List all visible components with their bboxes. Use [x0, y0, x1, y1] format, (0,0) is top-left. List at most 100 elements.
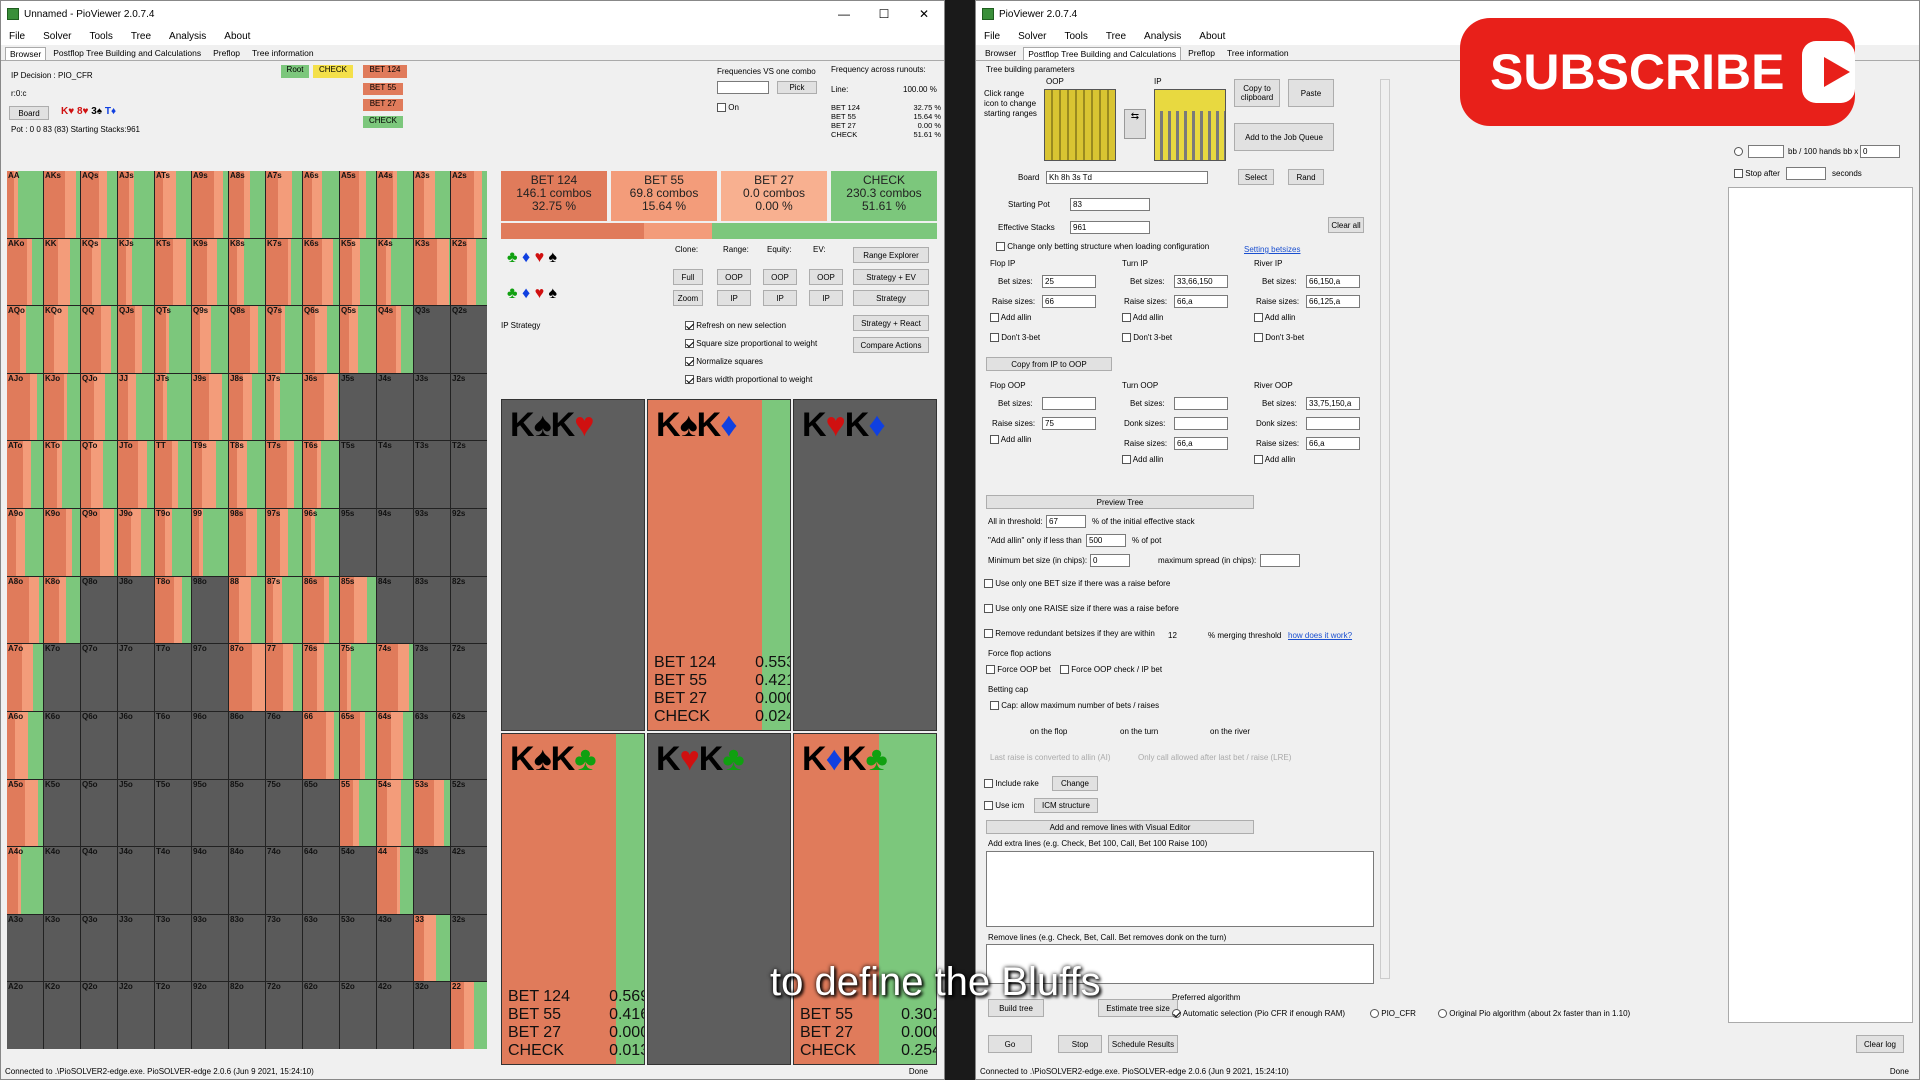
subscribe-banner[interactable]: SUBSCRIBE — [1460, 18, 1855, 126]
board-button[interactable]: Board — [9, 106, 49, 120]
ev-ip-button[interactable]: IP — [809, 290, 843, 306]
menu-analysis[interactable]: Analysis — [1144, 31, 1181, 42]
stop-after-input[interactable] — [1786, 167, 1826, 180]
range-cell[interactable]: A8o — [7, 576, 43, 644]
range-cell[interactable]: K4o — [44, 847, 80, 914]
combo-cell-2[interactable]: K♥K♦ — [793, 399, 937, 731]
range-cell[interactable]: QTs — [155, 306, 191, 373]
range-cell[interactable]: 93s — [414, 509, 450, 576]
combo-cell-3[interactable]: K♠K♣BET 1240.5697BET 550.4163BET 270.000… — [501, 733, 645, 1065]
tab-3[interactable]: Tree information — [247, 46, 319, 60]
range-cell[interactable]: AJs — [118, 171, 154, 238]
one-bet-checkbox[interactable] — [984, 579, 993, 589]
range-cell[interactable]: 65o — [303, 779, 339, 847]
range-cell[interactable]: 62o — [303, 982, 339, 1049]
river-oop-raise-input[interactable]: 66,a — [1306, 437, 1360, 450]
range-cell[interactable]: 85o — [229, 779, 265, 847]
range-cell[interactable]: 83s — [414, 576, 450, 644]
range-cell[interactable]: KQs — [81, 238, 117, 306]
range-cell[interactable]: T3s — [414, 441, 450, 509]
range-cell[interactable]: 43o — [377, 914, 413, 982]
range-cell[interactable]: J7s — [266, 373, 302, 441]
one-raise-checkbox[interactable] — [984, 604, 993, 614]
alg-auto-radio[interactable] — [1172, 1009, 1181, 1019]
range-cell[interactable]: KTo — [44, 441, 80, 509]
change-rake-button[interactable]: Change — [1052, 776, 1098, 791]
range-cell[interactable]: Q8o — [81, 576, 117, 644]
range-cell[interactable]: QTo — [81, 441, 117, 509]
range-cell[interactable]: J8s — [229, 373, 265, 441]
range-cell[interactable]: Q4s — [377, 306, 413, 373]
range-cell[interactable]: J3o — [118, 914, 154, 982]
combo-cell-0[interactable]: K♠K♥ — [501, 399, 645, 731]
stop-button[interactable]: Stop — [1058, 1035, 1102, 1053]
range-cell[interactable]: Q4o — [81, 847, 117, 914]
range-cell[interactable]: KQo — [44, 306, 80, 373]
minimize-icon[interactable]: — — [824, 7, 864, 21]
range-cell[interactable]: T6o — [155, 711, 191, 779]
range-cell[interactable]: ATs — [155, 171, 191, 238]
turn-oop-raise-input[interactable]: 66,a — [1174, 437, 1228, 450]
range-cell[interactable]: 95o — [192, 779, 228, 847]
bb-multiplier-input[interactable]: 0 — [1860, 145, 1900, 158]
range-cell[interactable]: 54o — [340, 847, 376, 914]
range-cell[interactable]: Q5s — [340, 306, 376, 373]
nav-bet27[interactable]: BET 27 — [363, 99, 403, 111]
range-cell[interactable]: 72o — [266, 982, 302, 1049]
combo-cell-1[interactable]: K♠K♦BET 1240.5538BET 550.4214BET 270.000… — [647, 399, 791, 731]
tab-3[interactable]: Tree information — [1222, 46, 1294, 60]
nav-bet124[interactable]: BET 124 — [363, 65, 407, 78]
side-button-4[interactable]: Compare Actions — [853, 337, 929, 353]
range-cell[interactable]: K8o — [44, 576, 80, 644]
range-cell[interactable]: T2s — [451, 441, 487, 509]
range-cell[interactable]: 95s — [340, 509, 376, 576]
range-cell[interactable]: 52o — [340, 982, 376, 1049]
range-cell[interactable]: 85s — [340, 576, 376, 644]
range-cell[interactable]: JJ — [118, 373, 154, 441]
river-oop-donk-input[interactable] — [1306, 417, 1360, 430]
range-cell[interactable]: 86s — [303, 576, 339, 644]
range-cell[interactable]: 82s — [451, 576, 487, 644]
range-cell[interactable]: ATo — [7, 441, 43, 509]
range-cell[interactable]: QJs — [118, 306, 154, 373]
range-cell[interactable]: T8s — [229, 441, 265, 509]
menu-tree[interactable]: Tree — [1106, 31, 1126, 42]
range-cell[interactable]: A2s — [451, 171, 487, 238]
tab-2[interactable]: Preflop — [208, 46, 245, 60]
range-cell[interactable]: 87o — [229, 644, 265, 711]
range-cell[interactable]: 52s — [451, 779, 487, 847]
range-cell[interactable]: T5o — [155, 779, 191, 847]
range-cell[interactable]: 33 — [414, 914, 450, 982]
swap-ranges-icon[interactable]: ⇆ — [1124, 109, 1146, 139]
range-cell[interactable]: 76s — [303, 644, 339, 711]
range-cell[interactable]: Q5o — [81, 779, 117, 847]
action-header-3[interactable]: CHECK 230.3 combos 51.61 % — [831, 171, 937, 221]
range-cell[interactable]: 53o — [340, 914, 376, 982]
turn-oop-donk-input[interactable] — [1174, 417, 1228, 430]
range-cell[interactable]: AQs — [81, 171, 117, 238]
range-cell[interactable]: Q2s — [451, 306, 487, 373]
range-cell[interactable]: K5s — [340, 238, 376, 306]
range-cell[interactable]: 96o — [192, 711, 228, 779]
range-cell[interactable]: 75s — [340, 644, 376, 711]
nav-bet55[interactable]: BET 55 — [363, 83, 403, 95]
range-cell[interactable]: 88 — [229, 576, 265, 644]
oop-range-icon[interactable] — [1044, 89, 1116, 161]
range-cell[interactable]: A7o — [7, 644, 43, 711]
range-cell[interactable]: 86o — [229, 711, 265, 779]
flop-oop-bet-input[interactable] — [1042, 397, 1096, 410]
range-cell[interactable]: JTs — [155, 373, 191, 441]
range-cell[interactable]: Q7s — [266, 306, 302, 373]
turn-oop-allin-checkbox[interactable] — [1122, 455, 1131, 465]
menu-file[interactable]: File — [984, 31, 1000, 42]
flop-ip-raise-input[interactable]: 66 — [1042, 295, 1096, 308]
add-extra-textarea[interactable] — [986, 851, 1374, 927]
turn-ip-allin-checkbox[interactable] — [1122, 313, 1131, 323]
range-cell[interactable]: A5s — [340, 171, 376, 238]
range-cell[interactable]: KJo — [44, 373, 80, 441]
tab-0[interactable]: Browser — [5, 47, 47, 60]
range-cell[interactable]: J3s — [414, 373, 450, 441]
min-bet-input[interactable]: 0 — [1090, 554, 1130, 567]
range-cell[interactable]: 92s — [451, 509, 487, 576]
range-cell[interactable]: J2s — [451, 373, 487, 441]
